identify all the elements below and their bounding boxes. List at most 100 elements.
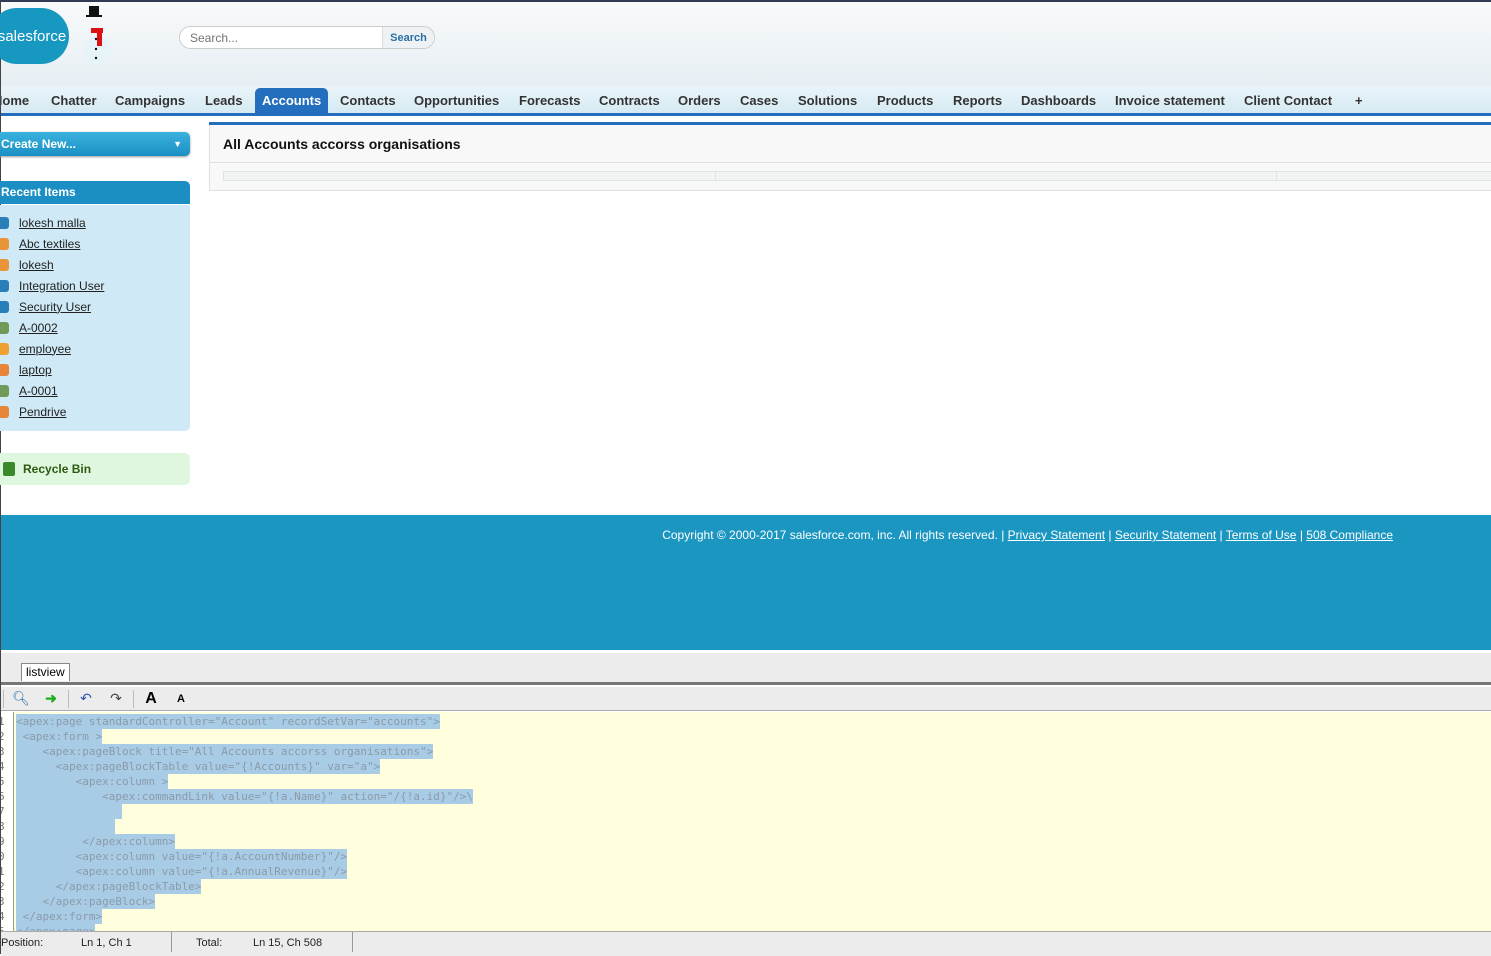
code-line[interactable]: <apex:pageBlockTable value="{!Accounts}"… (16, 759, 381, 774)
code-line[interactable]: <apex:column value="{!a.AccountNumber}"/… (16, 849, 348, 864)
code-line[interactable]: </apex:pageBlock> (16, 894, 156, 909)
line-number: 2 (1, 730, 5, 743)
divider (133, 689, 134, 708)
code-line[interactable]: </apex:form> (16, 909, 103, 924)
invoice-icon (0, 384, 9, 397)
search-input[interactable] (180, 27, 382, 48)
total-label: Total: (196, 937, 223, 949)
header: salesforce Search (0, 2, 1491, 86)
product-icon (0, 363, 9, 376)
product-icon (0, 405, 9, 418)
user-icon (0, 216, 9, 229)
tab-forecasts[interactable]: Forecasts (519, 88, 580, 113)
recent-item-link[interactable]: A-0001 (19, 384, 58, 398)
recent-items-header: Recent Items (0, 181, 190, 204)
search-button[interactable]: Search (382, 27, 434, 48)
line-number: 7 (1, 805, 5, 818)
tab-dashboards[interactable]: Dashboards (1021, 88, 1096, 113)
code-line[interactable]: <apex:page standardController="Account" … (16, 714, 440, 729)
tab-orders[interactable]: Orders (678, 88, 721, 113)
security-statement-link[interactable]: Security Statement (1115, 528, 1216, 542)
line-number: 1 (1, 715, 5, 728)
recent-item-link[interactable]: laptop (19, 363, 52, 377)
column-header (1277, 172, 1491, 180)
line-number: 3 (1, 895, 5, 908)
salesforce-logo[interactable]: salesforce (0, 8, 69, 64)
tab-cases[interactable]: Cases (740, 88, 778, 113)
tab-bar: Home Chatter Campaigns Leads Accounts Contact… (1, 86, 1491, 116)
terms-of-use-link[interactable]: Terms of Use (1226, 528, 1297, 542)
tab-reports[interactable]: Reports (953, 88, 1002, 113)
recent-item-link[interactable]: lokesh (19, 258, 54, 272)
total-value: Ln 15, Ch 508 (253, 937, 323, 949)
line-number: 5 (1, 775, 5, 788)
508-compliance-link[interactable]: 508 Compliance (1306, 528, 1393, 542)
tab-products[interactable]: Products (877, 88, 933, 113)
user-icon (0, 279, 9, 292)
recycle-bin-icon (3, 462, 15, 476)
search-icon[interactable]: 🔍︎ (6, 690, 36, 707)
line-number: 1 (1, 865, 5, 878)
invoice-icon (0, 321, 9, 334)
code-line[interactable]: <apex:column > (16, 774, 169, 789)
code-line[interactable]: <apex:pageBlock title="All Accounts acco… (16, 744, 434, 759)
recent-item-link[interactable]: A-0002 (19, 321, 58, 335)
recent-item: lokesh malla (0, 212, 190, 233)
increase-font-icon[interactable]: A (136, 690, 166, 708)
tab-accounts[interactable]: Accounts (255, 88, 329, 113)
line-number: 4 (1, 760, 5, 773)
add-tab-button[interactable]: + (1355, 88, 1363, 113)
tab-home[interactable]: Home (1, 88, 29, 113)
tab-contracts[interactable]: Contracts (599, 88, 660, 113)
create-new-dropdown[interactable]: Create New... ▼ (0, 132, 190, 156)
code-line[interactable]: </apex:column> (16, 834, 175, 849)
divider (210, 162, 1491, 163)
code-line[interactable] (16, 819, 116, 834)
account-icon (0, 237, 9, 250)
tab-contacts[interactable]: Contacts (340, 88, 396, 113)
code-line[interactable]: <apex:commandLink value="{!a.Name}" acti… (16, 789, 473, 804)
redo-icon[interactable]: ↷ (101, 690, 131, 707)
undo-icon[interactable]: ↶ (71, 690, 101, 707)
recent-item-link[interactable]: Abc textiles (19, 237, 80, 251)
tab-invoice-statement[interactable]: Invoice statement (1115, 88, 1225, 113)
go-to-line-arrow-icon[interactable]: ➜ (36, 690, 66, 707)
recent-item-link[interactable]: employee (19, 342, 71, 356)
tab-campaigns[interactable]: Campaigns (115, 88, 185, 113)
recent-item: A-0001 (0, 380, 190, 401)
position-label: Position: (1, 937, 44, 949)
snowman-icon (83, 6, 111, 64)
code-line[interactable]: </apex:page> (16, 924, 96, 931)
recent-item: Pendrive (0, 401, 190, 422)
privacy-statement-link[interactable]: Privacy Statement (1008, 528, 1105, 542)
line-number: 9 (1, 835, 5, 848)
line-number: 3 (1, 745, 5, 758)
recent-item-link[interactable]: lokesh malla (19, 216, 86, 230)
code-line[interactable] (16, 804, 122, 819)
decrease-font-icon[interactable]: A (166, 693, 196, 705)
recycle-bin-link[interactable]: Recycle Bin (0, 453, 190, 485)
recent-item-link[interactable]: Security User (19, 300, 91, 314)
page-block-table-header (223, 171, 1491, 181)
search-box: Search (179, 26, 435, 49)
line-number: 5 (1, 924, 5, 931)
recent-item-link[interactable]: Integration User (19, 279, 104, 293)
tab-opportunities[interactable]: Opportunities (414, 88, 499, 113)
line-number: 0 (1, 850, 5, 863)
recent-item-link[interactable]: Pendrive (19, 405, 66, 419)
recent-item: Abc textiles (0, 233, 190, 254)
position-value: Ln 1, Ch 1 (81, 937, 132, 949)
code-editor[interactable]: 1 <apex:page standardController="Account"… (1, 712, 1491, 931)
recent-items-list: lokesh malla Abc textiles lokesh Integratio… (0, 205, 190, 431)
code-line[interactable]: </apex:pageBlockTable> (16, 879, 202, 894)
editor-tab-listview[interactable]: listview (21, 663, 70, 681)
user-icon (0, 300, 9, 313)
tab-leads[interactable]: Leads (205, 88, 243, 113)
tab-chatter[interactable]: Chatter (51, 88, 97, 113)
tab-solutions[interactable]: Solutions (798, 88, 857, 113)
code-line[interactable]: <apex:column value="{!a.AnnualRevenue}"/… (16, 864, 348, 879)
tab-client-contact[interactable]: Client Contact (1244, 88, 1332, 113)
code-line[interactable]: <apex:form > (16, 729, 103, 744)
divider (171, 932, 172, 952)
divider (68, 689, 69, 708)
